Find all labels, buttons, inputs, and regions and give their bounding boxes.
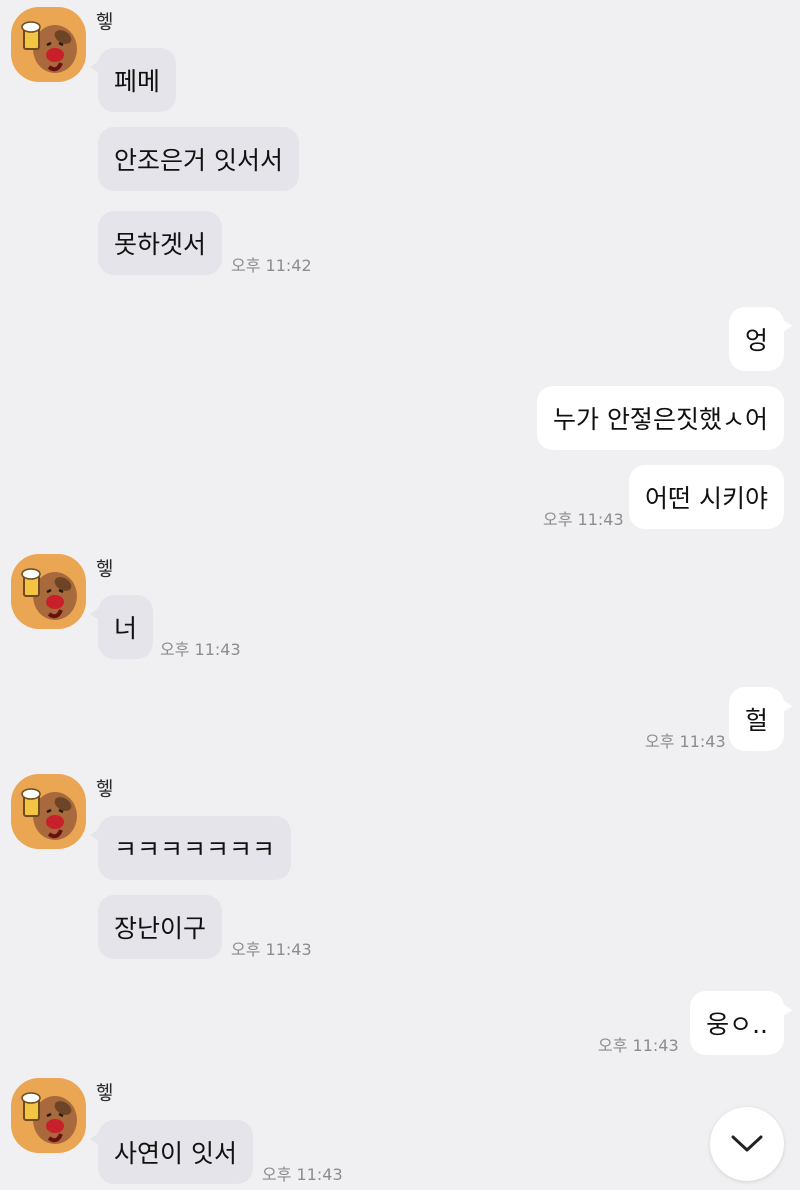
message-bubble[interactable]: 웅ㅇ.. xyxy=(690,991,792,1055)
chat-window: 헿 페메 안조은거 잇서서 못하겟서 오후 11:42 엉 누가 안젛은짓했ㅅ어… xyxy=(0,0,800,1190)
message-timestamp: 오후 11:43 xyxy=(543,510,624,529)
message-bubble[interactable]: 엉 xyxy=(728,307,793,371)
beer-dog-character-icon xyxy=(21,788,77,840)
message-timestamp: 오후 11:42 xyxy=(231,256,312,275)
message-timestamp: 오후 11:43 xyxy=(598,1036,679,1055)
sender-avatar[interactable] xyxy=(11,774,86,849)
message-bubble[interactable]: 사연이 잇서 xyxy=(90,1120,253,1184)
message-bubble[interactable]: 안조은거 잇서서 xyxy=(98,127,299,191)
sender-avatar[interactable] xyxy=(11,1078,86,1153)
beer-dog-character-icon xyxy=(21,1092,77,1144)
message-timestamp: 오후 11:43 xyxy=(262,1165,343,1184)
message-bubble[interactable]: 못하겟서 xyxy=(98,211,223,275)
sender-name: 헿 xyxy=(96,1082,114,1104)
message-bubble[interactable]: 페메 xyxy=(89,48,177,112)
message-bubble[interactable]: 어떤 시키야 xyxy=(629,465,784,529)
beer-dog-character-icon xyxy=(21,21,77,73)
sender-name: 헿 xyxy=(96,558,114,580)
message-bubble[interactable]: ㅋㅋㅋㅋㅋㅋㅋ xyxy=(89,816,292,880)
chevron-down-icon xyxy=(731,1135,763,1152)
message-bubble[interactable]: 장난이구 xyxy=(98,895,223,959)
scroll-to-bottom-button[interactable] xyxy=(710,1107,784,1181)
message-timestamp: 오후 11:43 xyxy=(231,940,312,959)
message-timestamp: 오후 11:43 xyxy=(160,640,241,659)
message-bubble[interactable]: 너 xyxy=(89,595,154,659)
message-bubble[interactable]: 누가 안젛은짓했ㅅ어 xyxy=(537,386,784,450)
sender-avatar[interactable] xyxy=(11,7,86,82)
message-timestamp: 오후 11:43 xyxy=(645,732,726,751)
sender-avatar[interactable] xyxy=(11,554,86,629)
message-bubble[interactable]: 헐 xyxy=(728,687,793,751)
beer-dog-character-icon xyxy=(21,568,77,620)
sender-name: 헿 xyxy=(96,11,114,33)
sender-name: 헿 xyxy=(96,778,114,800)
